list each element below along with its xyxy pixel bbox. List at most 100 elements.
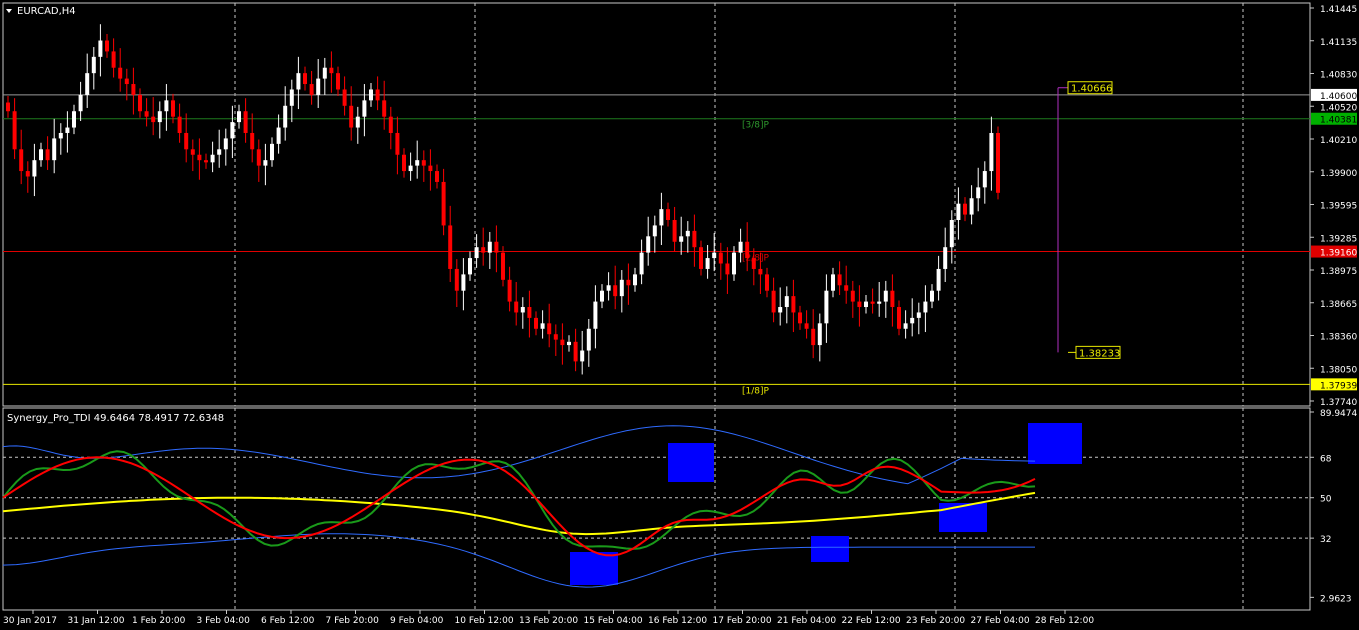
candle-body bbox=[164, 100, 169, 112]
candle-body bbox=[646, 236, 651, 253]
time-label: 6 Feb 12:00 bbox=[261, 616, 315, 626]
signal-box bbox=[1028, 423, 1082, 464]
candle-body bbox=[296, 73, 301, 90]
candle-body bbox=[342, 89, 347, 106]
price-tag-label: 1.39160 bbox=[1320, 249, 1357, 259]
candle-body bbox=[263, 160, 268, 166]
candle-body bbox=[567, 341, 571, 346]
candle-body bbox=[329, 67, 334, 74]
candle-body bbox=[679, 236, 684, 242]
candle-body bbox=[243, 111, 248, 133]
candle-body bbox=[600, 290, 604, 302]
price-tick-label: 1.39900 bbox=[1320, 169, 1357, 179]
indicator-tick-label: 50 bbox=[1320, 495, 1332, 505]
time-axis: 30 Jan 2017 31 Jan 12:00 1 Feb 20:00 3 Feb … bbox=[3, 610, 1094, 626]
candle-body bbox=[883, 290, 888, 302]
time-label: 13 Feb 20:00 bbox=[519, 616, 578, 626]
candle-body bbox=[230, 122, 235, 139]
candle-body bbox=[289, 89, 294, 106]
candle-body bbox=[692, 230, 697, 248]
candle-body bbox=[593, 301, 598, 329]
candle-body bbox=[210, 154, 215, 163]
candle-body bbox=[916, 312, 921, 318]
candle-body bbox=[111, 51, 116, 68]
candle-body bbox=[105, 40, 109, 52]
candle-body bbox=[362, 100, 367, 117]
candle-body bbox=[177, 116, 182, 133]
candle-body bbox=[197, 154, 202, 161]
candle-body bbox=[956, 203, 961, 220]
time-label: 1 Feb 20:00 bbox=[132, 616, 186, 626]
candle-body bbox=[699, 247, 703, 269]
candle-body bbox=[468, 258, 472, 275]
candle-body bbox=[573, 341, 578, 362]
candle-body bbox=[943, 247, 948, 269]
candle-body bbox=[283, 105, 288, 128]
candle-body bbox=[303, 73, 307, 85]
candle-body bbox=[639, 252, 644, 275]
candle-body bbox=[897, 307, 901, 329]
candle-body bbox=[408, 165, 413, 172]
indicator-panel[interactable] bbox=[2, 407, 1311, 611]
time-label: 10 Feb 12:00 bbox=[455, 616, 514, 626]
candle-body bbox=[996, 132, 1000, 193]
candle-body bbox=[586, 328, 591, 351]
price-tick-label: 1.40210 bbox=[1320, 136, 1357, 146]
candle-body bbox=[606, 285, 611, 291]
candle-body bbox=[382, 100, 387, 117]
candle-body bbox=[732, 252, 736, 275]
candle-body bbox=[91, 56, 96, 74]
candle-body bbox=[336, 73, 340, 90]
candle-body bbox=[930, 290, 934, 302]
candle-body bbox=[969, 198, 974, 215]
candle-body bbox=[138, 94, 142, 112]
candle-body bbox=[402, 154, 406, 172]
candle-body bbox=[712, 252, 717, 259]
candle-body bbox=[811, 328, 816, 346]
signal-box bbox=[570, 552, 618, 585]
candle-body bbox=[250, 132, 255, 150]
symbol-label: EURCAD,H4 bbox=[17, 6, 76, 17]
candle-body bbox=[395, 132, 400, 155]
candle-body bbox=[870, 301, 875, 304]
candle-body bbox=[171, 100, 175, 117]
candle-body bbox=[751, 258, 756, 269]
candle-body bbox=[923, 301, 928, 313]
candle-body bbox=[672, 220, 677, 242]
signal-box bbox=[668, 443, 714, 482]
price-panel[interactable] bbox=[2, 2, 1311, 407]
price-axis: 1.41445 1.41135 1.40830 1.40520 1.40210 1.399… bbox=[1310, 5, 1357, 408]
candle-body bbox=[857, 301, 862, 308]
candle-body bbox=[844, 285, 849, 291]
price-tick-label: 1.41135 bbox=[1320, 38, 1357, 48]
candle-body bbox=[877, 301, 882, 304]
candle-body bbox=[718, 252, 723, 264]
candle-body bbox=[910, 317, 915, 324]
candle-body bbox=[190, 149, 195, 155]
candle-body bbox=[745, 241, 750, 259]
price-tick-label: 1.38050 bbox=[1320, 365, 1357, 375]
candle-body bbox=[45, 149, 50, 161]
candle-body bbox=[151, 116, 156, 123]
time-label: 17 Feb 20:00 bbox=[713, 616, 772, 626]
candle-body bbox=[448, 225, 453, 269]
candle-body bbox=[989, 132, 994, 172]
price-tick-label: 1.39285 bbox=[1320, 234, 1357, 244]
price-tag-label: 1.40600 bbox=[1320, 92, 1357, 102]
candle-body bbox=[12, 111, 17, 150]
candle-body bbox=[831, 274, 835, 291]
candle-body bbox=[435, 171, 439, 182]
candle-body bbox=[118, 67, 123, 79]
time-label: 27 Feb 04:00 bbox=[971, 616, 1030, 626]
candle-body bbox=[725, 263, 730, 275]
trading-chart[interactable]: [3/8]P[2/8]P[1/8]P 1.406661.38233 1.4060… bbox=[0, 0, 1359, 630]
candle-body bbox=[276, 127, 281, 144]
time-label: 28 Feb 12:00 bbox=[1035, 616, 1094, 626]
signal-box bbox=[811, 536, 849, 562]
indicator-tick-label: 32 bbox=[1320, 535, 1331, 545]
candle-body bbox=[322, 67, 327, 79]
candle-body bbox=[487, 241, 492, 253]
price-tick-label: 1.38360 bbox=[1320, 333, 1357, 343]
candle-body bbox=[520, 307, 525, 313]
candle-body bbox=[553, 334, 558, 340]
